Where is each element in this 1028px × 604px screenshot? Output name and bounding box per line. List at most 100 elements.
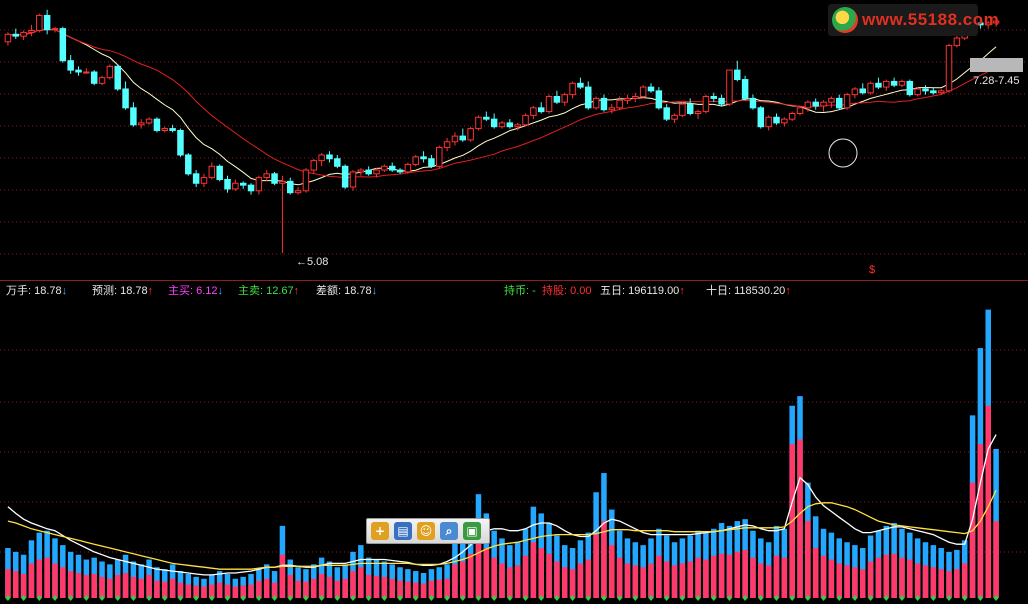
candle-108: [851, 88, 859, 96]
volume-bar-red-82: [648, 563, 654, 598]
info-value: 18.78: [117, 285, 148, 297]
zoom-icon[interactable]: ⌕: [440, 522, 458, 540]
info-label: 五日:: [600, 285, 626, 297]
volume-bar-red-48: [381, 576, 388, 598]
candle-109: [859, 88, 867, 94]
info-label: 十日:: [706, 285, 732, 297]
candle-39: [310, 160, 318, 171]
candle-59: [467, 128, 474, 141]
volume-bar-red-12: [99, 576, 105, 598]
volume-bar-red-105: [828, 559, 835, 598]
candle-52: [412, 156, 419, 165]
swirl-logo-icon: [832, 7, 858, 33]
volume-bar-red-49: [389, 578, 395, 598]
volume-bar-red-67: [530, 542, 537, 598]
candle-110: [867, 82, 874, 94]
watermark: www.55188.com: [828, 4, 999, 36]
candle-93: [734, 69, 741, 81]
volume-bar-red-55: [436, 579, 443, 598]
volume-bar-red-37: [295, 580, 301, 598]
candle-88: [694, 111, 702, 114]
candle-72: [569, 82, 576, 96]
candle-14: [114, 65, 121, 90]
candle-20: [161, 128, 169, 131]
candle-44: [349, 171, 357, 188]
floating-toolbar[interactable]: + ▤ ☺ ⌕ ▣: [366, 518, 490, 544]
volume-bar-red-72: [569, 569, 576, 598]
volume-bar-red-45: [358, 567, 364, 598]
candle-43: [341, 165, 349, 188]
volume-bar-red-40: [318, 573, 325, 598]
info-label: 主买:: [168, 285, 194, 297]
candle-80: [632, 96, 639, 99]
volume-bar-red-18: [146, 574, 152, 598]
candle-0: [4, 33, 12, 43]
candle-34: [271, 173, 278, 184]
smiley-icon-glyph: ☺: [419, 524, 433, 538]
info-arrow-icon: ↑: [679, 285, 685, 297]
candle-74: [585, 86, 592, 109]
candle-19: [153, 118, 161, 131]
info-arrow-icon: ↑: [293, 285, 300, 297]
volume-bar-red-59: [467, 553, 474, 598]
volume-bar-red-57: [452, 564, 458, 598]
image-icon-glyph: ▣: [466, 524, 478, 538]
candle-40: [318, 154, 325, 162]
chart-canvas: [0, 7, 1028, 601]
candle-92: [726, 69, 733, 105]
candle-114: [898, 80, 906, 86]
candle-117: [922, 88, 929, 92]
candle-119: [937, 90, 945, 94]
volume-bar-red-98: [773, 555, 780, 598]
candle-79: [624, 97, 631, 101]
volume-bar-red-77: [609, 545, 615, 598]
candle-48: [381, 165, 388, 171]
candle-42: [334, 158, 341, 167]
volume-bar-red-81: [640, 567, 646, 598]
info-item-3: 主卖: 12.67↑: [238, 282, 299, 298]
candle-67: [530, 107, 537, 116]
candle-83: [655, 90, 663, 109]
candle-27: [216, 165, 223, 180]
candle-78: [616, 99, 623, 109]
info-arrow-icon: ↓: [217, 285, 224, 297]
save-icon[interactable]: ▤: [394, 522, 412, 540]
volume-bar-red-107: [844, 565, 850, 598]
volume-bar-red-43: [342, 578, 348, 598]
candle-45: [357, 169, 365, 173]
volume-bar-red-41: [326, 576, 333, 598]
info-value: 6.12: [193, 285, 218, 297]
image-icon[interactable]: ▣: [463, 522, 481, 540]
volume-bar-red-53: [420, 583, 427, 598]
candle-53: [420, 156, 427, 160]
low-price-label: ←5.08: [296, 256, 329, 268]
price-box: [970, 58, 1023, 72]
candle-106: [835, 97, 843, 109]
volume-bar-red-14: [114, 574, 121, 598]
smiley-icon[interactable]: ☺: [417, 522, 435, 540]
candle-86: [679, 103, 686, 116]
volume-bar-red-97: [765, 565, 772, 598]
volume-bar-red-2: [20, 573, 27, 598]
candle-16: [130, 107, 137, 126]
candle-31: [247, 184, 255, 192]
candle-9: [75, 69, 82, 73]
volume-bar-red-63: [499, 563, 505, 598]
volume-bar-red-111: [875, 557, 882, 598]
candle-95: [749, 97, 757, 109]
add-icon[interactable]: +: [371, 522, 389, 540]
volume-bar-red-89: [703, 559, 709, 598]
volume-bar-red-108: [852, 567, 858, 598]
candle-28: [224, 178, 231, 190]
volume-bar-red-35: [279, 554, 286, 598]
volume-bar-red-58: [460, 561, 466, 598]
volume-bar-red-119: [938, 569, 944, 598]
candle-38: [302, 169, 310, 192]
candle-121: [953, 37, 961, 47]
candle-94: [741, 79, 749, 99]
candle-62: [490, 118, 498, 128]
volume-bar-red-73: [577, 563, 584, 598]
info-item-2: 主买: 6.12↓: [168, 282, 223, 298]
volume-bar-red-117: [922, 565, 929, 598]
volume-bar-red-102: [805, 521, 811, 598]
